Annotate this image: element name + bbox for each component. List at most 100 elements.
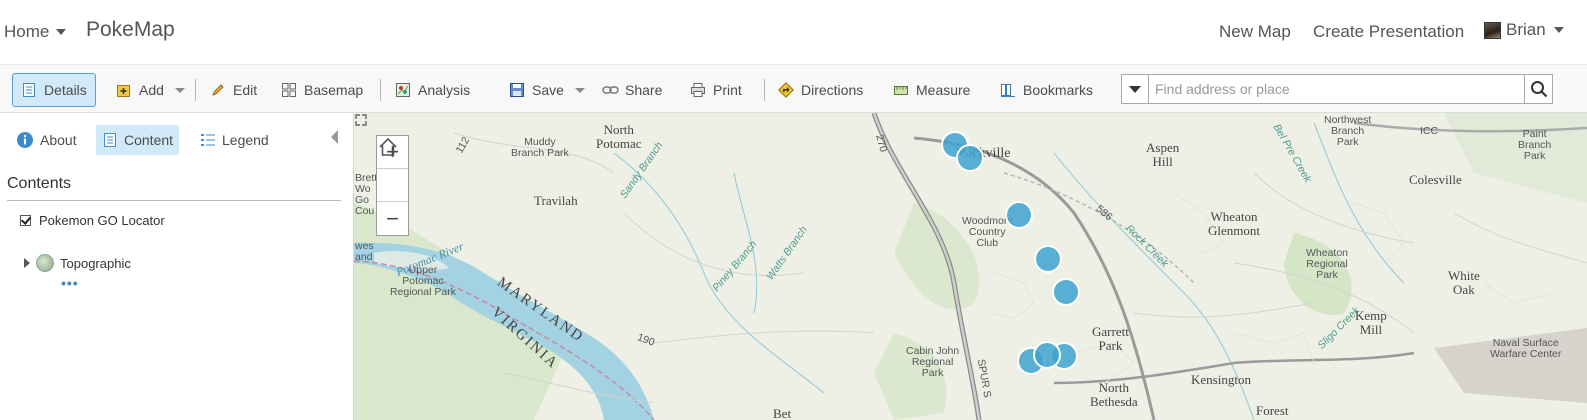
map-label: ICC [1420,125,1439,137]
user-name: Brian [1506,20,1546,39]
tab-about-label: About [40,132,77,148]
map-label: Wheaton Glenmont [1208,209,1260,238]
analysis-label: Analysis [418,82,471,98]
layer-name[interactable]: Topographic [60,256,131,271]
new-map-link[interactable]: New Map [1219,22,1291,42]
map-label: Northwest Branch Park [1324,114,1372,149]
add-button[interactable]: Add [108,73,193,107]
map-label: Woodmont Country Club [962,215,1013,250]
app-header: Home PokeMap New Map Create Presentation… [0,0,1587,64]
chevron-down-icon [1129,85,1141,93]
fullscreen-icon[interactable] [354,113,368,127]
share-button[interactable]: Share [594,73,670,107]
contents-heading: Contents [7,175,72,192]
edit-button[interactable]: Edit [202,73,265,107]
share-label: Share [625,82,663,98]
map-view[interactable]: North Potomac Muddy Branch Park Travilah R… [354,113,1587,420]
map-label: Naval Surface Warfare Center [1490,337,1562,361]
details-label: Details [44,82,87,98]
map-label: Brett Wo Go Cou [355,172,378,218]
save-label: Save [532,82,564,98]
search-source-dropdown[interactable] [1122,75,1149,103]
chevron-down-icon [56,29,67,35]
map-label: Aspen Hill [1146,140,1180,169]
layer-item: Pokemon GO Locator [20,213,165,228]
basemap-grid-icon [281,82,297,98]
directions-button[interactable]: Directions [770,73,871,107]
bookmarks-label: Bookmarks [1023,82,1094,98]
directions-label: Directions [801,82,864,98]
tab-content-label: Content [124,132,174,148]
zoom-out-button[interactable]: − [377,202,408,235]
directions-icon [778,82,794,98]
search-input[interactable] [1149,75,1524,103]
tab-content[interactable]: Content [96,125,180,155]
legend-icon [201,134,215,146]
create-presentation-link[interactable]: Create Presentation [1313,22,1464,42]
map-label: North Bethesda [1090,380,1138,409]
map-label: Cabin John Regional Park [906,345,960,380]
print-button[interactable]: Print [682,73,750,107]
map-label: Muddy Branch Park [511,136,569,160]
analysis-icon [395,82,411,98]
home-menu[interactable]: Home [4,22,67,42]
home-extent-button[interactable] [377,137,408,202]
measure-ruler-icon [893,82,909,98]
save-button[interactable]: Save [501,73,593,107]
basemap-globe-icon [36,254,54,272]
map-label: Kensington [1191,372,1251,387]
add-label: Add [139,82,164,98]
collapse-panel-icon[interactable] [331,130,338,144]
info-icon [17,132,33,148]
chevron-down-icon [174,87,185,93]
search-button[interactable] [1524,75,1552,103]
avatar [1484,21,1501,39]
add-icon [116,82,132,98]
map-label: Forest [1256,403,1289,418]
layer-visibility-checkbox[interactable] [20,215,31,226]
bookmarks-button[interactable]: Bookmarks [992,73,1101,107]
measure-button[interactable]: Measure [885,73,978,107]
chevron-down-icon [1553,27,1564,33]
map-label: White Oak [1448,268,1480,297]
home-label: Home [4,22,50,41]
basemap-button[interactable]: Basemap [273,73,371,107]
details-icon [21,82,37,98]
tab-about[interactable]: About [10,125,83,155]
more-options-icon[interactable]: ••• [61,275,79,291]
map-label: Paint Branch Park [1518,128,1552,163]
details-button[interactable]: Details [12,73,96,107]
bookmarks-icon [1000,82,1016,98]
share-link-icon [602,82,619,98]
user-menu[interactable]: Brian [1484,20,1564,40]
search-box [1121,74,1553,104]
basemap-label: Basemap [304,82,364,98]
toolbar-divider [380,79,381,101]
zoom-control: + − [376,135,409,236]
chevron-down-icon [574,87,585,93]
map-label: Wheaton Regional Park [1306,247,1349,282]
search-icon [1530,81,1547,98]
divider [7,200,341,201]
print-label: Print [713,82,742,98]
layer-name[interactable]: Pokemon GO Locator [39,213,165,228]
toolbar-divider [764,79,765,101]
layer-item: Topographic [24,254,131,272]
expand-icon[interactable] [24,258,30,268]
home-icon [379,137,397,156]
map-label: Bet [773,406,792,420]
edit-label: Edit [233,82,258,98]
content-list-icon [104,133,116,147]
pencil-icon [210,82,226,98]
map-label: Rockville [956,146,1011,161]
toolbar-divider [195,79,196,101]
details-panel: About Content Legend Contents Pokemon GO… [0,113,354,420]
tab-legend-label: Legend [222,132,269,148]
measure-label: Measure [916,82,971,98]
tab-legend[interactable]: Legend [194,125,275,155]
map-label: North Potomac [596,122,642,151]
map-label: Travilah [534,193,578,208]
analysis-button[interactable]: Analysis [387,73,478,107]
map-label: Colesville [1409,172,1462,187]
map-label: Garrett Park [1092,324,1129,353]
